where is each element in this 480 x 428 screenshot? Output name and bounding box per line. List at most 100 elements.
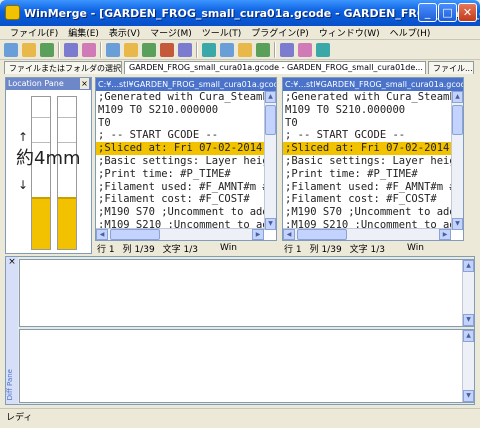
scroll-down-icon[interactable]: ▼: [265, 218, 276, 230]
toolbar-separator: [100, 41, 102, 58]
menu-view[interactable]: 表示(V): [109, 26, 140, 39]
menu-edit[interactable]: 編集(E): [68, 26, 99, 39]
diff-pane-left[interactable]: ▲ ▼: [19, 259, 475, 327]
scroll-thumb[interactable]: [265, 105, 276, 135]
left-vertical-scrollbar[interactable]: ▲ ▼: [264, 91, 276, 230]
scroll-left-icon[interactable]: ◀: [283, 229, 295, 240]
code-line[interactable]: ;Generated with Cura_SteamEngi: [283, 91, 463, 104]
scroll-thumb[interactable]: [110, 229, 160, 240]
menu-tools[interactable]: ツール(T): [202, 26, 242, 39]
menu-file[interactable]: ファイル(F): [10, 26, 58, 39]
minimize-button[interactable]: _: [418, 3, 437, 22]
code-line[interactable]: ;Print time: #P_TIME#: [283, 168, 463, 181]
status-bar: レディ: [0, 408, 480, 428]
toolbar-separator: [58, 41, 60, 58]
tab-file[interactable]: ファイル...: [428, 61, 474, 74]
left-file-lines: ;Generated with Cura_SteamEngi M109 T0 S2…: [96, 91, 276, 232]
diff-pane-right[interactable]: ▲ ▼: [19, 329, 475, 403]
maximize-button[interactable]: □: [438, 3, 457, 22]
scroll-up-icon[interactable]: ▲: [463, 260, 474, 272]
next-diff-icon[interactable]: [106, 42, 120, 57]
code-line[interactable]: M109 T0 S210.000000: [96, 104, 276, 117]
annotation-arrow-up-icon: ↑: [18, 130, 29, 144]
menu-merge[interactable]: マージ(M): [150, 26, 192, 39]
code-line[interactable]: ;Filament used: #F_AMNT#m #F_: [96, 181, 276, 194]
diff-pane: × Diff Pane ▲ ▼ ▲ ▼: [5, 256, 475, 405]
code-line[interactable]: ;Filament used: #F_AMNT#m #F_: [283, 181, 463, 194]
code-line[interactable]: ;Basic settings: Layer height: [283, 155, 463, 168]
code-line[interactable]: T0: [283, 117, 463, 130]
last-diff-icon[interactable]: [160, 42, 174, 57]
code-line[interactable]: M109 T0 S210.000000: [283, 104, 463, 117]
scroll-up-icon[interactable]: ▲: [463, 330, 474, 342]
diff-right-scrollbar[interactable]: ▲ ▼: [462, 330, 474, 402]
scroll-down-icon[interactable]: ▼: [452, 218, 463, 230]
first-diff-icon[interactable]: [142, 42, 156, 57]
prev-diff-icon[interactable]: [124, 42, 138, 57]
scroll-thumb[interactable]: [452, 105, 463, 135]
code-line[interactable]: ; -- START GCODE --: [96, 129, 276, 142]
location-bar-left[interactable]: [31, 96, 51, 250]
close-button[interactable]: ✕: [458, 3, 477, 22]
open-icon[interactable]: [22, 42, 36, 57]
tab-compare[interactable]: GARDEN_FROG_small_cura01a.gcode - GARDEN…: [124, 61, 426, 74]
copy-left-icon[interactable]: [220, 42, 234, 57]
save-icon[interactable]: [40, 42, 54, 57]
code-line[interactable]: ;M190 S70 ;Uncomment to add y: [283, 206, 463, 219]
code-line[interactable]: ;Generated with Cura_SteamEngi: [96, 91, 276, 104]
menu-help[interactable]: ヘルプ(H): [390, 26, 431, 39]
redo-icon[interactable]: [82, 42, 96, 57]
location-bar-left-diff: [32, 197, 50, 249]
scroll-down-icon[interactable]: ▼: [463, 314, 474, 326]
scroll-left-icon[interactable]: ◀: [96, 229, 108, 240]
menu-plugins[interactable]: プラグイン(P): [251, 26, 308, 39]
status-text: レディ: [6, 413, 33, 423]
code-line[interactable]: ;Print time: #P_TIME#: [96, 168, 276, 181]
refresh-icon[interactable]: [316, 42, 330, 57]
options-icon[interactable]: [280, 42, 294, 57]
copy-right-icon[interactable]: [202, 42, 216, 57]
code-line[interactable]: ;M190 S70 ;Uncomment to add y: [96, 206, 276, 219]
menu-window[interactable]: ウィンドウ(W): [319, 26, 380, 39]
scroll-up-icon[interactable]: ▲: [265, 91, 276, 103]
code-line[interactable]: T0: [96, 117, 276, 130]
left-file-path: C:¥...stl¥GARDEN_FROG_small_cura01a.gcod…: [96, 78, 276, 91]
diff-left-scrollbar[interactable]: ▲ ▼: [462, 260, 474, 326]
scroll-down-icon[interactable]: ▼: [463, 390, 474, 402]
code-line[interactable]: ;Sliced at: Fri 07-02-2014 11: [283, 142, 463, 155]
scroll-right-icon[interactable]: ▶: [252, 229, 264, 240]
new-icon[interactable]: [4, 42, 18, 57]
left-status-line: 行 1: [97, 244, 115, 255]
right-file-path: C:¥...stl¥GARDEN_FROG_small_cura01a.gcod…: [283, 78, 463, 91]
scroll-up-icon[interactable]: ▲: [452, 91, 463, 103]
code-line[interactable]: ;Filament cost: #F_COST#: [96, 193, 276, 206]
scroll-thumb[interactable]: [297, 229, 347, 240]
diff-pane-close-icon[interactable]: ×: [7, 257, 17, 268]
location-pane-close-icon[interactable]: ×: [80, 78, 89, 89]
right-status-char: 文字 1/3: [349, 244, 386, 255]
right-status-col: 列 1/39: [309, 244, 342, 255]
all-left-icon[interactable]: [256, 42, 270, 57]
right-file-pane[interactable]: C:¥...stl¥GARDEN_FROG_small_cura01a.gcod…: [282, 77, 464, 241]
left-file-pane[interactable]: C:¥...stl¥GARDEN_FROG_small_cura01a.gcod…: [95, 77, 277, 241]
code-line[interactable]: ;Basic settings: Layer height: [96, 155, 276, 168]
code-line[interactable]: ;Filament cost: #F_COST#: [283, 193, 463, 206]
all-right-icon[interactable]: [238, 42, 252, 57]
location-bar-right[interactable]: [57, 96, 77, 250]
annotation-arrow-down-icon: ↓: [18, 178, 29, 192]
code-line[interactable]: ; -- START GCODE --: [283, 129, 463, 142]
compare-icon[interactable]: [298, 42, 312, 57]
toolbar: [0, 40, 480, 60]
right-file-lines: ;Generated with Cura_SteamEngi M109 T0 S2…: [283, 91, 463, 232]
tab-select-files[interactable]: ファイルまたはフォルダの選択...: [4, 61, 122, 74]
undo-icon[interactable]: [64, 42, 78, 57]
scroll-right-icon[interactable]: ▶: [439, 229, 451, 240]
right-horizontal-scrollbar[interactable]: ◀ ▶: [283, 228, 451, 240]
winmerge-app-icon[interactable]: [5, 5, 20, 20]
code-line[interactable]: ;Sliced at: Fri 07-02-2014 11: [96, 142, 276, 155]
left-horizontal-scrollbar[interactable]: ◀ ▶: [96, 228, 264, 240]
right-vertical-scrollbar[interactable]: ▲ ▼: [451, 91, 463, 230]
size-annotation: 約4mm: [16, 148, 81, 169]
current-diff-icon[interactable]: [178, 42, 192, 57]
left-status-eol: Win: [220, 243, 237, 253]
